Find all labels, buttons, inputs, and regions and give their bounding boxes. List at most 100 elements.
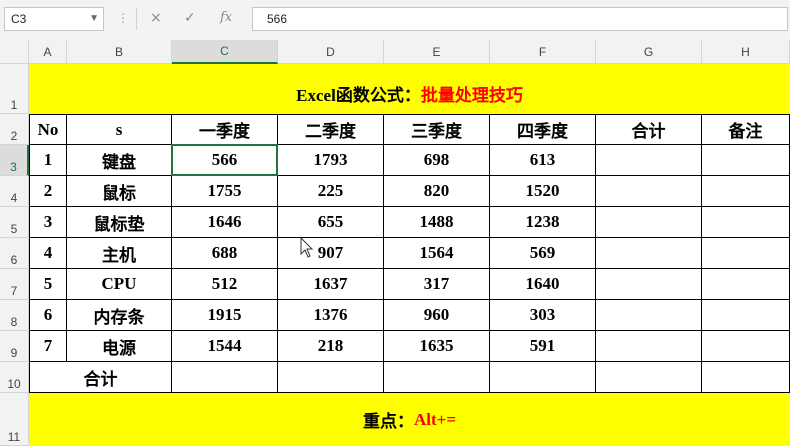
table-cell[interactable] xyxy=(596,145,702,176)
table-cell[interactable]: 1637 xyxy=(278,269,384,300)
chevron-down-icon[interactable]: ▼ xyxy=(89,13,99,24)
enter-icon[interactable]: ✓ xyxy=(184,10,196,26)
total-cell[interactable] xyxy=(702,362,790,393)
table-cell[interactable]: 1544 xyxy=(172,331,278,362)
table-cell[interactable]: 907 xyxy=(278,238,384,269)
table-cell[interactable]: 1915 xyxy=(172,300,278,331)
total-cell[interactable] xyxy=(384,362,490,393)
row-header-5[interactable]: 5 xyxy=(0,207,29,238)
table-cell[interactable]: 1640 xyxy=(490,269,596,300)
total-cell[interactable] xyxy=(278,362,384,393)
table-cell[interactable] xyxy=(702,269,790,300)
table-cell[interactable]: 5 xyxy=(29,269,67,300)
table-cell[interactable] xyxy=(702,207,790,238)
table-cell[interactable] xyxy=(596,176,702,207)
table-cell[interactable]: 1520 xyxy=(490,176,596,207)
row-header-11[interactable]: 11 xyxy=(0,393,29,446)
table-cell[interactable]: 1755 xyxy=(172,176,278,207)
table-cell[interactable]: 键盘 xyxy=(67,145,172,176)
title-cell[interactable]: Excel函数公式： 批量处理技巧 xyxy=(29,64,790,114)
more-icon[interactable]: ⋮ xyxy=(117,11,129,25)
table-cell[interactable]: 218 xyxy=(278,331,384,362)
total-cell[interactable] xyxy=(172,362,278,393)
table-cell[interactable]: 主机 xyxy=(67,238,172,269)
table-cell[interactable]: 512 xyxy=(172,269,278,300)
header-cell-b[interactable]: s xyxy=(67,114,172,145)
table-cell[interactable]: 7 xyxy=(29,331,67,362)
table-cell[interactable]: 1376 xyxy=(278,300,384,331)
table-cell[interactable]: 655 xyxy=(278,207,384,238)
table-cell[interactable]: 613 xyxy=(490,145,596,176)
header-cell-e[interactable]: 三季度 xyxy=(384,114,490,145)
table-cell[interactable]: 960 xyxy=(384,300,490,331)
total-cell[interactable] xyxy=(490,362,596,393)
table-cell[interactable] xyxy=(596,207,702,238)
row-header-7[interactable]: 7 xyxy=(0,269,29,300)
table-cell[interactable]: 1 xyxy=(29,145,67,176)
cancel-icon[interactable]: × xyxy=(150,10,162,26)
row-header-8[interactable]: 8 xyxy=(0,300,29,331)
table-cell[interactable]: 566 xyxy=(172,145,278,176)
header-cell-a[interactable]: No xyxy=(29,114,67,145)
total-label-cell[interactable]: 合计 xyxy=(29,362,172,393)
table-cell[interactable] xyxy=(702,300,790,331)
table-cell[interactable]: 820 xyxy=(384,176,490,207)
header-cell-h[interactable]: 备注 xyxy=(702,114,790,145)
table-cell[interactable]: 2 xyxy=(29,176,67,207)
table-cell[interactable]: 1635 xyxy=(384,331,490,362)
row-header-6[interactable]: 6 xyxy=(0,238,29,269)
table-cell[interactable]: 225 xyxy=(278,176,384,207)
table-cell[interactable]: 3 xyxy=(29,207,67,238)
row-header-3[interactable]: 3 xyxy=(0,145,29,176)
table-cell[interactable] xyxy=(596,269,702,300)
column-header-d[interactable]: D xyxy=(278,40,384,64)
table-cell[interactable]: 303 xyxy=(490,300,596,331)
table-cell[interactable]: 1646 xyxy=(172,207,278,238)
total-cell[interactable] xyxy=(596,362,702,393)
header-cell-f[interactable]: 四季度 xyxy=(490,114,596,145)
table-cell[interactable]: 569 xyxy=(490,238,596,269)
column-header-f[interactable]: F xyxy=(490,40,596,64)
row-header-4[interactable]: 4 xyxy=(0,176,29,207)
row-header-2[interactable]: 2 xyxy=(0,114,29,145)
header-cell-g[interactable]: 合计 xyxy=(596,114,702,145)
name-box[interactable]: C3 ▼ xyxy=(4,7,104,31)
table-cell[interactable]: 4 xyxy=(29,238,67,269)
column-header-b[interactable]: B xyxy=(67,40,172,64)
table-cell[interactable] xyxy=(596,331,702,362)
row-header-10[interactable]: 10 xyxy=(0,362,29,393)
table-cell[interactable] xyxy=(596,300,702,331)
table-cell[interactable]: 688 xyxy=(172,238,278,269)
table-cell[interactable]: 电源 xyxy=(67,331,172,362)
column-header-c[interactable]: C xyxy=(172,40,278,64)
table-cell[interactable] xyxy=(596,238,702,269)
table-cell[interactable]: CPU xyxy=(67,269,172,300)
table-cell[interactable]: 1238 xyxy=(490,207,596,238)
column-header-e[interactable]: E xyxy=(384,40,490,64)
row-header-9[interactable]: 9 xyxy=(0,331,29,362)
header-cell-c[interactable]: 一季度 xyxy=(172,114,278,145)
table-cell[interactable]: 鼠标 xyxy=(67,176,172,207)
table-cell[interactable]: 1488 xyxy=(384,207,490,238)
table-cell[interactable]: 1564 xyxy=(384,238,490,269)
formula-input[interactable]: 566 xyxy=(252,7,788,31)
table-cell[interactable] xyxy=(702,145,790,176)
table-cell[interactable]: 内存条 xyxy=(67,300,172,331)
insert-function-icon[interactable]: fx xyxy=(220,10,232,25)
column-header-h[interactable]: H xyxy=(702,40,790,64)
table-cell[interactable]: 1793 xyxy=(278,145,384,176)
table-cell[interactable]: 591 xyxy=(490,331,596,362)
table-cell[interactable]: 鼠标垫 xyxy=(67,207,172,238)
select-all-corner[interactable] xyxy=(0,40,29,64)
header-cell-d[interactable]: 二季度 xyxy=(278,114,384,145)
column-header-a[interactable]: A xyxy=(29,40,67,64)
row-header-1[interactable]: 1 xyxy=(0,64,29,114)
table-cell[interactable]: 698 xyxy=(384,145,490,176)
table-cell[interactable] xyxy=(702,176,790,207)
table-cell[interactable]: 317 xyxy=(384,269,490,300)
column-header-g[interactable]: G xyxy=(596,40,702,64)
table-cell[interactable] xyxy=(702,238,790,269)
footer-cell[interactable]: 重点： Alt+= xyxy=(29,393,790,446)
table-cell[interactable]: 6 xyxy=(29,300,67,331)
table-cell[interactable] xyxy=(702,331,790,362)
